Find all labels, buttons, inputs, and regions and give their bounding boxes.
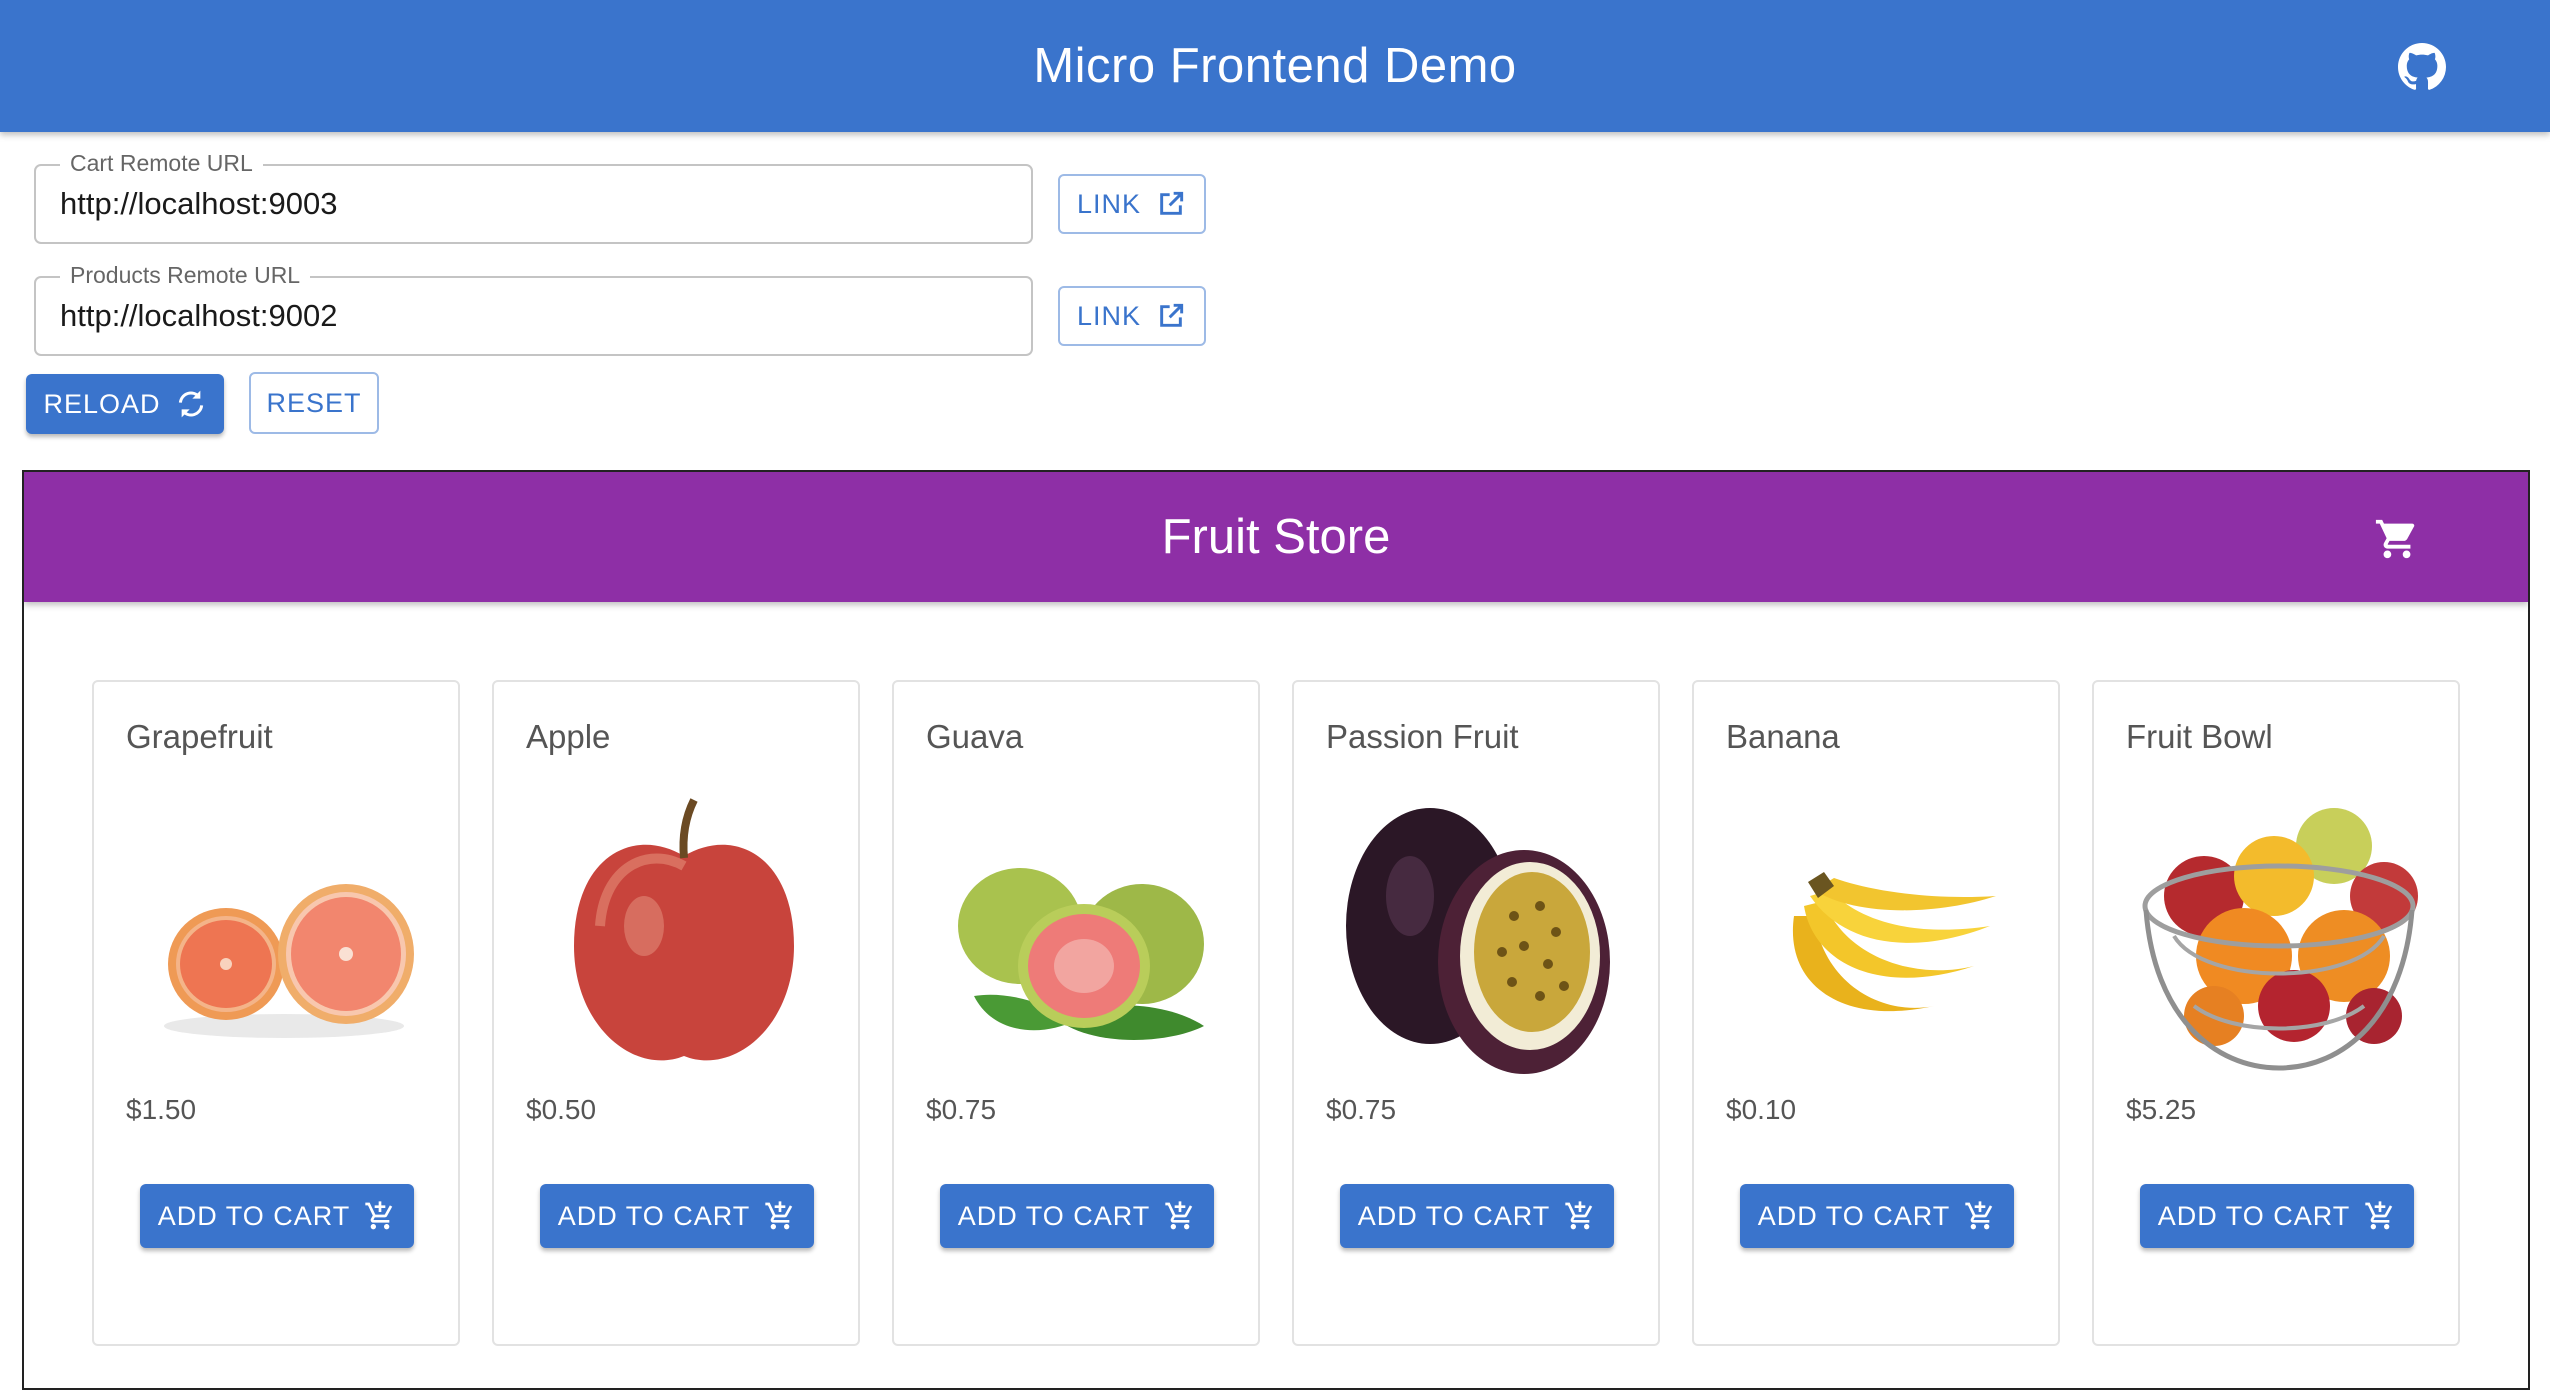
add-to-cart-button[interactable]: ADD TO CART — [1340, 1184, 1614, 1248]
github-icon — [2398, 43, 2446, 90]
product-card-fruit-bowl: Fruit Bowl $5.25 ADD TO CART — [2092, 680, 2460, 1346]
apple-image — [574, 798, 794, 1061]
add-to-cart-button[interactable]: ADD TO CART — [540, 1184, 814, 1248]
add-to-cart-label: ADD TO CART — [957, 1200, 1151, 1231]
add-to-cart-button[interactable]: ADD TO CART — [940, 1184, 1214, 1248]
fruit-bowl-image — [2142, 808, 2418, 1071]
product-price: $0.10 — [1726, 1094, 1797, 1125]
product-price: $5.25 — [2126, 1094, 2197, 1125]
add-shopping-cart-icon — [1565, 1201, 1593, 1230]
cart-remote-url-label: Cart Remote URL — [60, 148, 263, 178]
github-link-button[interactable] — [2398, 43, 2446, 91]
cart-remote-url-field: Cart Remote URL — [34, 148, 1033, 244]
product-name: Fruit Bowl — [2126, 718, 2273, 755]
product-name: Passion Fruit — [1326, 718, 1519, 755]
add-to-cart-label: ADD TO CART — [2157, 1200, 2351, 1231]
passion-fruit-image — [1346, 808, 1610, 1074]
cart-remote-url-input[interactable] — [60, 180, 1000, 228]
add-to-cart-button[interactable]: ADD TO CART — [1740, 1184, 2014, 1248]
add-shopping-cart-icon — [365, 1201, 393, 1230]
guava-image — [958, 868, 1204, 1040]
add-shopping-cart-icon — [2365, 1201, 2393, 1230]
product-price: $0.75 — [1326, 1094, 1397, 1125]
reload-button[interactable]: RELOAD — [26, 374, 224, 434]
product-price: $1.50 — [126, 1094, 197, 1125]
product-card-grapefruit: Grapefruit $1.50 ADD TO CART — [92, 680, 460, 1346]
products-remote-link-button[interactable]: LINK — [1058, 286, 1206, 346]
open-in-new-icon — [1160, 191, 1184, 215]
reset-label: RESET — [266, 387, 362, 418]
store-title: Fruit Store — [1161, 510, 1391, 564]
products-remote-url-input[interactable] — [60, 292, 1000, 340]
product-card-apple: Apple $0.50 ADD TO CART — [492, 680, 860, 1346]
add-to-cart-label: ADD TO CART — [157, 1200, 351, 1231]
reset-button[interactable]: RESET — [249, 372, 379, 434]
product-price: $0.75 — [926, 1094, 997, 1125]
cart-button[interactable] — [2374, 516, 2420, 562]
cart-remote-link-label: LINK — [1076, 188, 1142, 219]
add-shopping-cart-icon — [1165, 1201, 1193, 1230]
open-in-new-icon — [1160, 303, 1184, 327]
product-card-guava: Guava $0.75 ADD TO CART — [892, 680, 1260, 1346]
reload-label: RELOAD — [43, 388, 161, 419]
add-to-cart-button[interactable]: ADD TO CART — [140, 1184, 414, 1248]
products-remote-url-label: Products Remote URL — [60, 260, 311, 290]
add-to-cart-button[interactable]: ADD TO CART — [2140, 1184, 2414, 1248]
app-title: Micro Frontend Demo — [1033, 39, 1517, 93]
products-remote-url-field: Products Remote URL — [34, 260, 1033, 356]
products-remote-link-label: LINK — [1076, 300, 1142, 331]
banana-image — [1792, 872, 1996, 1012]
add-to-cart-label: ADD TO CART — [1357, 1200, 1551, 1231]
product-name: Banana — [1726, 718, 1840, 755]
add-shopping-cart-icon — [1965, 1201, 1993, 1230]
product-price: $0.50 — [526, 1094, 597, 1125]
product-name: Guava — [926, 718, 1024, 755]
product-card-banana: Banana $0.10 ADD TO CART — [1692, 680, 2060, 1346]
product-name: Apple — [526, 718, 611, 755]
cart-remote-link-button[interactable]: LINK — [1058, 174, 1206, 234]
add-to-cart-label: ADD TO CART — [1757, 1200, 1951, 1231]
store-header: Fruit Store — [24, 472, 2528, 602]
product-name: Grapefruit — [126, 718, 273, 755]
add-to-cart-label: ADD TO CART — [557, 1200, 751, 1231]
product-card-passion-fruit: Passion Fruit $0.75 ADD TO CART — [1292, 680, 1660, 1346]
add-shopping-cart-icon — [765, 1201, 793, 1230]
cart-icon — [2375, 519, 2415, 559]
grapefruit-image — [164, 884, 414, 1038]
sync-icon — [178, 390, 203, 418]
app-bar: Micro Frontend Demo — [0, 0, 2550, 132]
